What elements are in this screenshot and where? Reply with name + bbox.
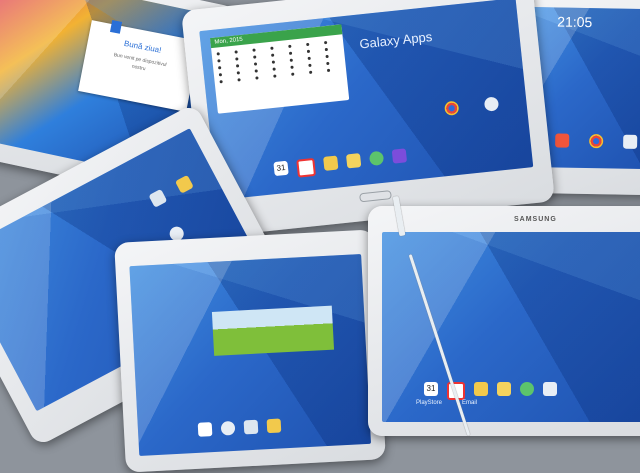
tablet-screen (129, 254, 372, 456)
folder-icon[interactable] (497, 382, 511, 396)
gallery-icon[interactable] (323, 155, 339, 171)
galaxy-apps-widget-title[interactable]: Galaxy Apps (359, 29, 433, 52)
calendar-widget[interactable]: Mon, 2015 (210, 24, 350, 114)
folder-icon[interactable] (345, 153, 362, 169)
music-icon[interactable] (520, 382, 534, 396)
video-icon[interactable] (391, 148, 408, 164)
greeting-card-logo-icon (109, 20, 123, 34)
email-icon[interactable] (197, 422, 213, 437)
music-icon[interactable] (368, 150, 385, 167)
app-dock (197, 418, 282, 437)
settings-icon[interactable] (483, 96, 500, 112)
tablet-screen: 31 PlayStore Email (382, 232, 640, 422)
app-dock: 31 (424, 382, 557, 400)
calendar-day: 31 (426, 384, 436, 393)
calendar-icon[interactable]: 31 (424, 382, 438, 396)
calendar-day: 31 (276, 162, 286, 173)
photo-widget-grass[interactable] (211, 305, 335, 356)
dock-label-email: Email (462, 400, 478, 406)
chrome-icon[interactable] (589, 134, 604, 149)
calendar-icon[interactable]: 31 (273, 160, 289, 177)
app-dock: 31 (273, 148, 408, 180)
tablet-screen: Mon, 2015 Galaxy Apps 31 (199, 0, 534, 201)
chrome-icon[interactable] (220, 420, 236, 436)
store-icon[interactable] (543, 382, 557, 396)
gallery-icon[interactable] (266, 418, 282, 434)
gallery-icon[interactable] (555, 133, 570, 148)
brand-logo: SAMSUNG (514, 216, 557, 223)
chrome-icon[interactable] (444, 100, 460, 116)
store-icon[interactable] (623, 134, 638, 149)
home-button[interactable] (359, 190, 392, 203)
tablet-bottom-center (114, 229, 386, 473)
dock-label-playstore: PlayStore (416, 400, 443, 406)
youtube-icon[interactable] (296, 157, 317, 178)
tablet-bottom-right: SAMSUNG 31 PlayStore Email (368, 206, 640, 436)
camera-icon[interactable] (148, 188, 168, 208)
clock-widget: 21:05 (557, 13, 593, 31)
gallery-icon[interactable] (174, 174, 194, 194)
gallery-icon[interactable] (474, 382, 488, 396)
camera-icon[interactable] (243, 419, 259, 435)
